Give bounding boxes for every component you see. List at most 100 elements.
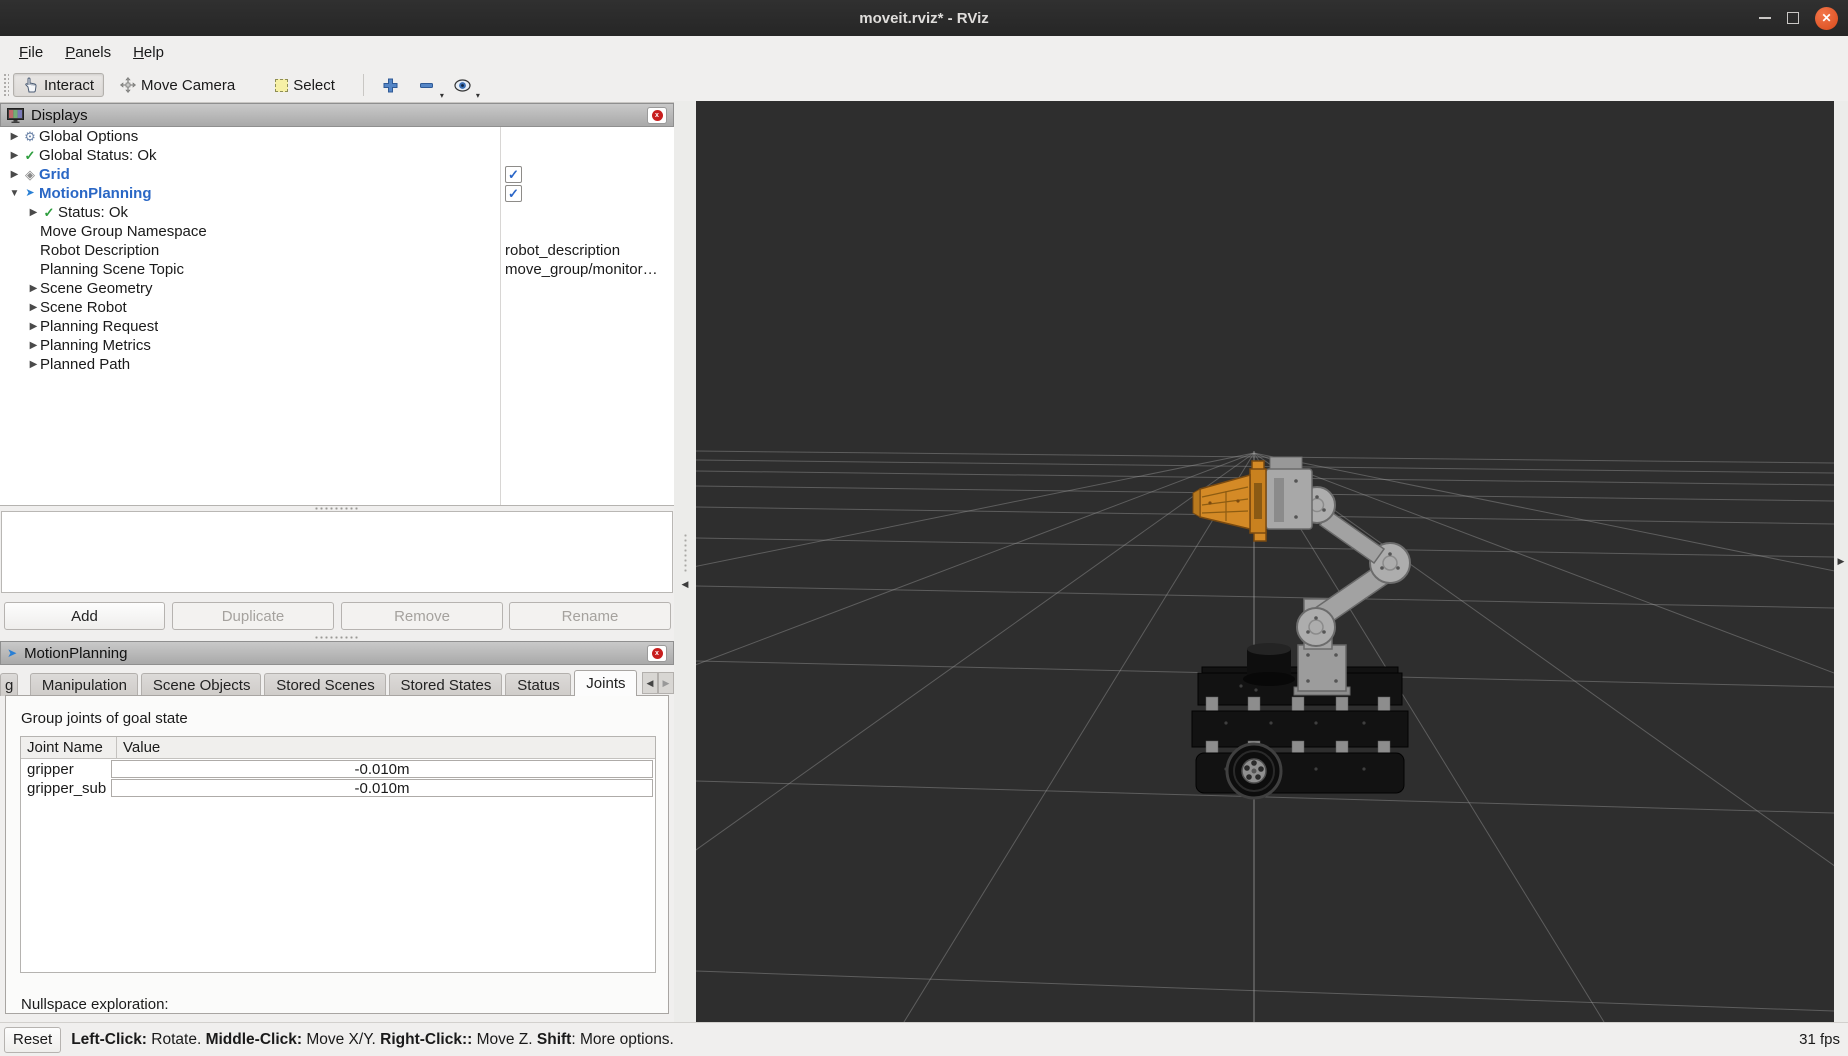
status-bar: Reset Left-Click: Rotate. Middle-Click: …: [0, 1022, 1848, 1056]
tree-row-planning-metrics[interactable]: ▶ Planning Metrics: [0, 336, 672, 355]
menu-file[interactable]: File: [10, 40, 52, 65]
tree-row-global-options[interactable]: ▶ ⚙ Global Options: [0, 127, 672, 146]
robot-gripper: [1193, 461, 1266, 541]
mouse-hints: Left-Click: Rotate. Middle-Click: Move X…: [71, 1031, 674, 1049]
fps-counter: 31 fps: [1799, 1031, 1840, 1048]
reset-button[interactable]: Reset: [4, 1027, 61, 1053]
tree-row-robot-description[interactable]: Robot Description robot_description: [0, 241, 672, 260]
minimize-icon[interactable]: [1759, 17, 1771, 19]
displays-panel-title: Displays: [31, 107, 88, 124]
rviz-window: moveit.rviz* - RViz ✕ File Panels Help I…: [0, 0, 1848, 1056]
zoom-in-button[interactable]: [376, 72, 406, 98]
tree-row-move-group-namespace[interactable]: Move Group Namespace: [0, 222, 672, 241]
window-title: moveit.rviz* - RViz: [859, 10, 989, 27]
toolbar-grip[interactable]: [3, 73, 9, 97]
tree-row-planned-path[interactable]: ▶ Planned Path: [0, 355, 672, 374]
column-value[interactable]: Value: [117, 737, 655, 758]
tab-scroll-right-icon[interactable]: ▶: [658, 672, 674, 694]
menu-panels[interactable]: Panels: [56, 40, 120, 65]
select-label: Select: [293, 77, 335, 94]
close-icon[interactable]: ✕: [1815, 7, 1838, 30]
tree-row-global-status[interactable]: ▶ ✓ Global Status: Ok: [0, 146, 672, 165]
panel-splitter-gutter[interactable]: ◀: [674, 101, 696, 1022]
title-bar[interactable]: moveit.rviz* - RViz ✕: [0, 0, 1848, 36]
tab-scroll-left-icon[interactable]: ◀: [642, 672, 658, 694]
collapse-right-icon[interactable]: ▶: [1838, 556, 1845, 567]
expand-arrow-icon[interactable]: ▶: [27, 340, 40, 351]
collapse-left-icon[interactable]: ◀: [682, 579, 689, 590]
tree-row-grid[interactable]: ▶ ◈ Grid ✓: [0, 165, 672, 184]
tab-stored-scenes[interactable]: Stored Scenes: [264, 673, 385, 696]
tab-status[interactable]: Status: [505, 673, 571, 696]
minus-icon: [419, 78, 434, 93]
motionplanning-icon: ➤: [7, 646, 17, 660]
gripper-sub-value-field[interactable]: -0.010m: [111, 779, 653, 797]
table-row-gripper[interactable]: gripper -0.010m: [21, 760, 655, 778]
select-tool-button[interactable]: Select: [265, 73, 345, 97]
group-joints-label: Group joints of goal state: [21, 710, 188, 727]
gripper-value-field[interactable]: -0.010m: [111, 760, 653, 778]
move-camera-label: Move Camera: [141, 77, 235, 94]
expand-arrow-icon[interactable]: ▶: [8, 131, 21, 142]
joints-table-header[interactable]: Joint Name Value: [21, 737, 655, 759]
rename-button[interactable]: Rename: [509, 602, 671, 630]
gear-icon: ⚙: [21, 130, 39, 143]
column-joint-name[interactable]: Joint Name: [21, 737, 117, 758]
interact-tool-button[interactable]: Interact: [13, 73, 104, 97]
motionplanning-icon: ➤: [21, 187, 39, 200]
zoom-out-button[interactable]: ▾: [412, 72, 442, 98]
right-panel-gutter[interactable]: ▶: [1834, 101, 1848, 1022]
motionplanning-panel-header[interactable]: ➤ MotionPlanning x: [0, 641, 674, 665]
add-button[interactable]: Add: [4, 602, 165, 630]
hand-pointer-icon: [23, 77, 39, 93]
tree-row-planning-scene-topic[interactable]: Planning Scene Topic move_group/monitor…: [0, 260, 672, 279]
remove-button[interactable]: Remove: [341, 602, 503, 630]
focus-camera-button[interactable]: ▾: [448, 72, 478, 98]
move-camera-tool-button[interactable]: Move Camera: [110, 73, 245, 97]
expand-arrow-icon[interactable]: ▶: [8, 150, 21, 161]
grid-icon: ◈: [21, 168, 39, 181]
motionplanning-enabled-checkbox[interactable]: ✓: [505, 185, 522, 202]
dropdown-arrow-icon[interactable]: ▾: [476, 92, 480, 100]
expand-arrow-icon[interactable]: ▼: [8, 188, 21, 199]
tab-joints[interactable]: Joints: [574, 670, 637, 696]
tree-row-planning-request[interactable]: ▶ Planning Request: [0, 317, 672, 336]
displays-close-button[interactable]: x: [647, 107, 667, 124]
duplicate-button[interactable]: Duplicate: [172, 602, 334, 630]
3d-viewport[interactable]: [696, 101, 1834, 1022]
dropdown-arrow-icon[interactable]: ▾: [440, 92, 444, 100]
nullspace-exploration-label: Nullspace exploration:: [21, 996, 169, 1013]
expand-arrow-icon[interactable]: ▶: [27, 207, 40, 218]
tab-stored-states[interactable]: Stored States: [389, 673, 503, 696]
expand-arrow-icon[interactable]: ▶: [8, 169, 21, 180]
horizontal-splitter[interactable]: [0, 635, 674, 640]
robot-wheel: [1227, 744, 1281, 798]
planning-scene-topic-value[interactable]: move_group/monitor…: [505, 261, 669, 278]
tree-row-motionplanning[interactable]: ▼ ➤ MotionPlanning ✓: [0, 184, 672, 203]
splitter-handle[interactable]: [683, 533, 688, 573]
motionplanning-panel-title: MotionPlanning: [24, 645, 127, 662]
tree-row-status-ok[interactable]: ▶ ✓ Status: Ok: [0, 203, 672, 222]
toolbar-separator: [363, 74, 364, 96]
tab-manipulation[interactable]: Manipulation: [30, 673, 138, 696]
expand-arrow-icon[interactable]: ▶: [27, 359, 40, 370]
menu-help[interactable]: Help: [124, 40, 173, 65]
tab-planning-cut[interactable]: g: [0, 673, 18, 696]
move-arrows-icon: [120, 77, 136, 93]
expand-arrow-icon[interactable]: ▶: [27, 283, 40, 294]
tree-row-scene-robot[interactable]: ▶ Scene Robot: [0, 298, 672, 317]
motionplanning-close-button[interactable]: x: [647, 645, 667, 662]
maximize-icon[interactable]: [1787, 12, 1799, 24]
eye-icon: [454, 79, 471, 92]
expand-arrow-icon[interactable]: ▶: [27, 302, 40, 313]
table-row-gripper-sub[interactable]: gripper_sub -0.010m: [21, 779, 655, 797]
tree-row-scene-geometry[interactable]: ▶ Scene Geometry: [0, 279, 672, 298]
displays-panel-header[interactable]: Displays x: [0, 103, 674, 127]
3d-scene: [696, 101, 1834, 1022]
displays-tree[interactable]: ▶ ⚙ Global Options ▶ ✓ Global Status: Ok…: [0, 127, 674, 506]
display-help-box: [1, 511, 673, 593]
grid-enabled-checkbox[interactable]: ✓: [505, 166, 522, 183]
tab-scene-objects[interactable]: Scene Objects: [141, 673, 261, 696]
expand-arrow-icon[interactable]: ▶: [27, 321, 40, 332]
robot-description-value[interactable]: robot_description: [505, 242, 669, 259]
